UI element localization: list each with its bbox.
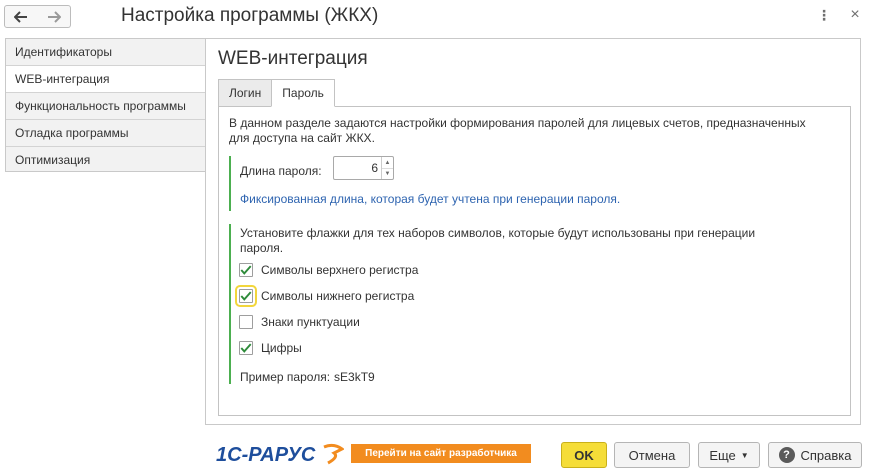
tab-login[interactable]: Логин (218, 79, 273, 107)
password-length-group: Длина пароля: 6 ▲ ▼ Фиксированная длина,… (229, 156, 829, 211)
sidebar-item-optimization[interactable]: Оптимизация (6, 147, 205, 174)
sidebar-item-web-integration[interactable]: WEB-интеграция (6, 66, 206, 93)
lowercase-label: Символы нижнего регистра (261, 289, 415, 303)
checkmark-icon (240, 291, 252, 301)
digits-checkbox[interactable] (239, 341, 253, 355)
uppercase-checkbox[interactable] (239, 263, 253, 277)
sidebar-item-functionality[interactable]: Функциональность программы (6, 93, 205, 120)
password-sample: Пример пароля: sE3kT9 (240, 370, 375, 384)
charset-group: Установите флажки для тех наборов символ… (229, 224, 829, 384)
chevron-down-icon[interactable]: ▼ (382, 168, 393, 179)
more-button[interactable]: Еще ▼ (698, 442, 760, 468)
window-title: Настройка программы (ЖКХ) (121, 5, 379, 26)
more-button-label: Еще (709, 447, 736, 463)
back-button[interactable] (4, 5, 38, 28)
title-bar: Настройка программы (ЖКХ) ⋮ × (0, 0, 873, 34)
section-title: WEB-интеграция (218, 48, 368, 69)
password-length-label: Длина пароля: (240, 164, 322, 178)
lowercase-checkbox[interactable] (235, 285, 257, 307)
arrow-left-icon (14, 10, 27, 23)
sidebar-item-debugging[interactable]: Отладка программы (6, 120, 205, 147)
tab-password[interactable]: Пароль (271, 79, 335, 107)
charset-intro-text: Установите флажки для тех наборов символ… (240, 226, 756, 255)
cancel-button[interactable]: Отмена (614, 442, 690, 468)
settings-sidebar: Идентификаторы WEB-интеграция Функционал… (5, 38, 206, 172)
charset-punctuation-row[interactable]: Знаки пунктуации (239, 312, 360, 332)
rarus-logo: 1С-РАРУС (216, 443, 344, 466)
developer-site-link[interactable]: Перейти на сайт разработчика (351, 444, 531, 463)
password-length-value[interactable]: 6 (371, 161, 378, 175)
svg-text:1С-РАРУС: 1С-РАРУС (216, 444, 316, 466)
password-intro-text: В данном разделе задаются настройки форм… (229, 116, 806, 145)
tab-strip: Логин Пароль (218, 79, 335, 107)
charset-digits-row[interactable]: Цифры (239, 338, 302, 358)
caret-down-icon: ▼ (740, 450, 749, 460)
password-length-stepper[interactable]: 6 ▲ ▼ (333, 156, 394, 180)
checkmark-icon (240, 343, 252, 353)
help-button-label: Справка (800, 447, 852, 463)
punctuation-checkbox[interactable] (239, 315, 253, 329)
forward-button[interactable] (37, 5, 71, 28)
close-icon[interactable]: × (846, 5, 864, 25)
chevron-up-icon[interactable]: ▲ (382, 157, 393, 168)
password-tab-panel: В данном разделе задаются настройки форм… (218, 106, 851, 416)
more-vertical-icon[interactable]: ⋮ (815, 5, 833, 25)
uppercase-label: Символы верхнего регистра (261, 263, 419, 277)
charset-uppercase-row[interactable]: Символы верхнего регистра (239, 260, 418, 280)
charset-lowercase-row[interactable]: Символы нижнего регистра (235, 285, 415, 307)
main-panel: WEB-интеграция Логин Пароль В данном раз… (205, 38, 861, 425)
password-sample-value: sE3kT9 (334, 370, 375, 384)
footer-bar: 1С-РАРУС Перейти на сайт разработчика OK… (0, 435, 873, 474)
sidebar-item-identifiers[interactable]: Идентификаторы (6, 39, 205, 66)
punctuation-label: Знаки пунктуации (261, 315, 360, 329)
arrow-right-icon (47, 10, 61, 23)
help-button[interactable]: ? Справка (768, 442, 862, 468)
password-length-hint: Фиксированная длина, которая будет учтен… (240, 192, 621, 206)
digits-label: Цифры (261, 341, 302, 355)
password-sample-label: Пример пароля: (240, 370, 331, 384)
ok-button[interactable]: OK (561, 442, 607, 468)
question-icon: ? (778, 447, 795, 463)
stepper-buttons: ▲ ▼ (381, 157, 393, 179)
checkmark-icon (240, 265, 252, 275)
